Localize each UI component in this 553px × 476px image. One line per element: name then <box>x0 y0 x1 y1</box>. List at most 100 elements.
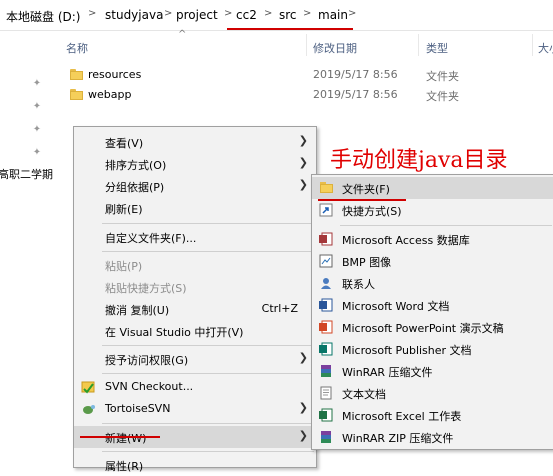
pin-icon: ✦ <box>32 101 42 112</box>
menu-item-label: Microsoft PowerPoint 演示文稿 <box>342 322 504 335</box>
menu-item-label: 新建(W) <box>105 432 147 445</box>
menu-separator <box>102 451 314 452</box>
menu-item-label: BMP 图像 <box>342 256 392 269</box>
chevron-right-icon: ❯ <box>298 401 308 414</box>
menu-item-paste[interactable]: 粘贴(P) <box>74 254 316 276</box>
winrar-icon <box>321 365 331 377</box>
menu-item-sort[interactable]: 排序方式(O) ❯ <box>74 153 316 175</box>
submenu-item-excel[interactable]: Microsoft Excel 工作表 <box>312 404 553 426</box>
context-menu: 查看(V) ❯ 排序方式(O) ❯ 分组依据(P) ❯ 刷新(E) 自定义文件夹… <box>73 126 317 473</box>
powerpoint-icon <box>319 320 333 334</box>
sort-up-icon: ^ <box>178 29 187 40</box>
annotation-underline-path <box>227 28 353 30</box>
menu-item-customize[interactable]: 自定义文件夹(F)... <box>74 226 316 248</box>
menu-item-refresh[interactable]: 刷新(E) <box>74 197 316 219</box>
menu-item-label: Microsoft Publisher 文档 <box>342 344 472 357</box>
breadcrumb-item-studyjava[interactable]: studyjava <box>105 8 163 22</box>
breadcrumb-item-src[interactable]: src <box>279 8 297 22</box>
submenu-item-publisher[interactable]: Microsoft Publisher 文档 <box>312 338 553 360</box>
chevron-right-icon: ❯ <box>298 351 308 364</box>
breadcrumb: 本地磁盘 (D:) > studyjava > project > cc2 > … <box>0 0 553 31</box>
column-header-type[interactable]: 类型 <box>426 40 448 56</box>
chevron-right-icon: ❯ <box>298 134 308 147</box>
file-date: 2019/5/17 8:56 <box>313 88 398 101</box>
contact-icon <box>321 278 331 289</box>
menu-item-label: WinRAR ZIP 压缩文件 <box>342 432 454 445</box>
submenu-item-powerpoint[interactable]: Microsoft PowerPoint 演示文稿 <box>312 316 553 338</box>
access-icon <box>319 232 333 246</box>
menu-item-label: 快捷方式(S) <box>342 205 402 218</box>
menu-item-label: 属性(R) <box>105 460 144 473</box>
chevron-right-icon: > <box>164 8 173 19</box>
list-item[interactable]: resources 2019/5/17 8:56 文件夹 <box>68 66 468 84</box>
bmp-image-icon <box>319 254 333 268</box>
breadcrumb-item-drive[interactable]: 本地磁盘 (D:) <box>6 8 80 25</box>
menu-item-properties[interactable]: 属性(R) <box>74 454 316 476</box>
submenu-item-folder[interactable]: 文件夹(F) <box>312 177 553 199</box>
column-header-name[interactable]: 名称 <box>66 40 88 56</box>
menu-item-undo-copy[interactable]: 撤消 复制(U) Ctrl+Z <box>74 298 316 320</box>
breadcrumb-item-cc2[interactable]: cc2 <box>236 8 257 22</box>
column-header-size[interactable]: 大小 <box>538 40 553 56</box>
menu-item-label: WinRAR 压缩文件 <box>342 366 433 379</box>
menu-item-label: 排序方式(O) <box>105 159 167 172</box>
chevron-right-icon: > <box>303 8 312 19</box>
file-name: webapp <box>88 88 132 101</box>
shortcut-icon <box>319 203 333 217</box>
chevron-right-icon: ❯ <box>298 178 308 191</box>
menu-item-view[interactable]: 查看(V) ❯ <box>74 131 316 153</box>
breadcrumb-item-project[interactable]: project <box>176 8 218 22</box>
submenu-item-winrar[interactable]: WinRAR 压缩文件 <box>312 360 553 382</box>
text-document-icon <box>320 386 332 400</box>
annotation-underline-new <box>80 436 160 438</box>
menu-item-grant-access[interactable]: 授予访问权限(G) ❯ <box>74 348 316 370</box>
menu-separator <box>102 251 314 252</box>
menu-item-label: 撤消 复制(U) <box>105 304 170 317</box>
menu-item-label: 粘贴(P) <box>105 260 143 273</box>
column-divider <box>418 34 419 56</box>
column-divider <box>532 34 533 56</box>
winrar-zip-icon <box>321 431 331 443</box>
menu-item-tortoisesvn[interactable]: TortoiseSVN ❯ <box>74 398 316 420</box>
submenu-item-access[interactable]: Microsoft Access 数据库 <box>312 228 553 250</box>
menu-item-svn-checkout[interactable]: SVN Checkout... <box>74 376 316 398</box>
menu-item-label: 粘贴快捷方式(S) <box>105 282 187 295</box>
submenu-item-text[interactable]: 文本文档 <box>312 382 553 404</box>
menu-separator <box>102 223 314 224</box>
folder-icon <box>320 182 333 193</box>
publisher-icon <box>319 342 333 356</box>
menu-item-label: Microsoft Excel 工作表 <box>342 410 462 423</box>
new-submenu: 文件夹(F) 快捷方式(S) Microsoft Access 数据库 BMP … <box>311 174 553 450</box>
menu-item-label: 刷新(E) <box>105 203 143 216</box>
list-item[interactable]: webapp 2019/5/17 8:56 文件夹 <box>68 86 468 104</box>
chevron-right-icon: > <box>264 8 273 19</box>
pin-icon: ✦ <box>32 124 42 135</box>
nav-pane-item[interactable]: 高职二学期 <box>0 166 53 182</box>
folder-icon <box>70 69 83 80</box>
menu-item-paste-shortcut[interactable]: 粘贴快捷方式(S) <box>74 276 316 298</box>
menu-item-label: 分组依据(P) <box>105 181 165 194</box>
menu-item-label: TortoiseSVN <box>105 402 171 415</box>
menu-separator <box>102 345 314 346</box>
submenu-item-winrar-zip[interactable]: WinRAR ZIP 压缩文件 <box>312 426 553 448</box>
menu-item-label: 自定义文件夹(F)... <box>105 232 197 245</box>
menu-item-label: 查看(V) <box>105 137 144 150</box>
annotation-underline-folder <box>318 199 406 201</box>
menu-separator <box>340 225 552 226</box>
column-divider <box>306 34 307 56</box>
submenu-item-contact[interactable]: 联系人 <box>312 272 553 294</box>
submenu-item-word[interactable]: Microsoft Word 文档 <box>312 294 553 316</box>
file-date: 2019/5/17 8:56 <box>313 68 398 81</box>
file-type: 文件夹 <box>426 90 459 103</box>
menu-item-label: 文本文档 <box>342 388 386 401</box>
shortcut-label: Ctrl+Z <box>261 302 298 315</box>
pin-icon: ✦ <box>32 78 42 89</box>
breadcrumb-item-main[interactable]: main <box>318 8 348 22</box>
annotation-text: 手动创建java目录 <box>330 148 508 173</box>
svn-checkout-icon <box>81 381 95 394</box>
submenu-item-shortcut[interactable]: 快捷方式(S) <box>312 199 553 221</box>
column-header-date[interactable]: 修改日期 <box>313 40 357 56</box>
menu-item-group[interactable]: 分组依据(P) ❯ <box>74 175 316 197</box>
menu-item-open-visual-studio[interactable]: 在 Visual Studio 中打开(V) <box>74 320 316 342</box>
submenu-item-bmp[interactable]: BMP 图像 <box>312 250 553 272</box>
